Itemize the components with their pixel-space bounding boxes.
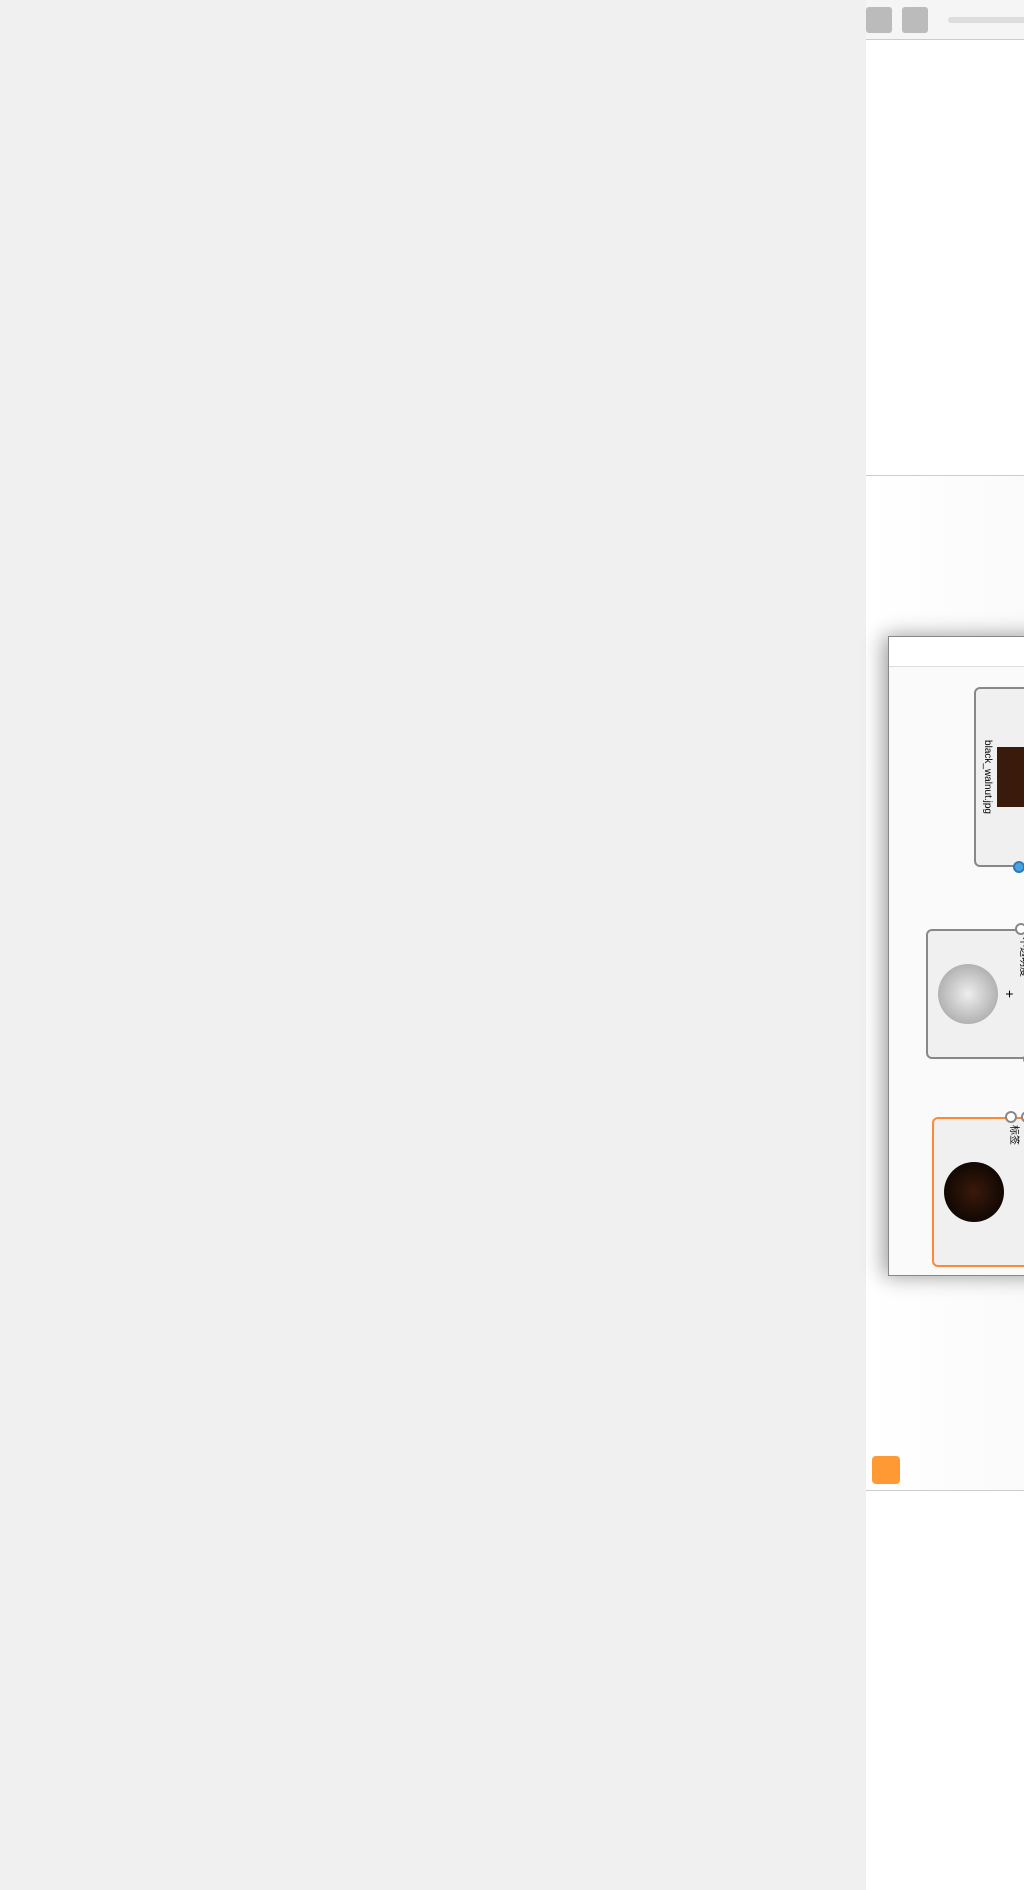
material-graph-window: 材质图 ─ ☐ ✕ 材质 节点 查看 窗口 名称: 塑料红色 Hard Shin… [888,636,1024,1276]
cloud-button[interactable] [872,1456,900,1484]
texture-node[interactable]: 纹理贴图 Dark_wood black_walnut.jpg [974,687,1024,867]
zoom-slider[interactable] [948,17,1024,23]
texture-preview [997,747,1024,807]
output-port[interactable] [1013,861,1024,873]
project-panel: 项目 环境 场景 材质 环境 照明 相机 图像 Aversis_River-ro… [866,1490,1024,1890]
input-port[interactable] [1015,923,1024,935]
thumbnail-grid: ashblack_wal...Dark_woodfine_grain...her… [866,40,1024,475]
folder-icon[interactable] [866,7,892,33]
download-icon[interactable] [902,7,928,33]
plastic-node[interactable]: 塑料 漫反射 高光 凹凸 不透明度 + [926,929,1024,1059]
viewport[interactable]: 每秒帧数：43.3 时间：1m 39s 三角形：260 分辨率：872 x 87… [866,476,1024,1490]
material-ball [938,964,998,1024]
mg-canvas[interactable]: 纹理贴图 Dark_wood black_walnut.jpg 塑料 漫反射 高… [889,667,1024,1275]
material-ball [944,1162,1004,1222]
mg-toolbar [889,637,1024,667]
leftbar: 云库 [866,0,1024,40]
material-node[interactable]: 材质 坚硬光泽塑料红色 Hard Sh… 表面 几何图形 标签 [932,1117,1024,1267]
library-panel: 库 材质 颜色 纹理 环境 背景 收藏夹 去噪 模型 🔍 ↻ 📁 [866,40,1024,476]
input-port[interactable] [1005,1111,1017,1123]
